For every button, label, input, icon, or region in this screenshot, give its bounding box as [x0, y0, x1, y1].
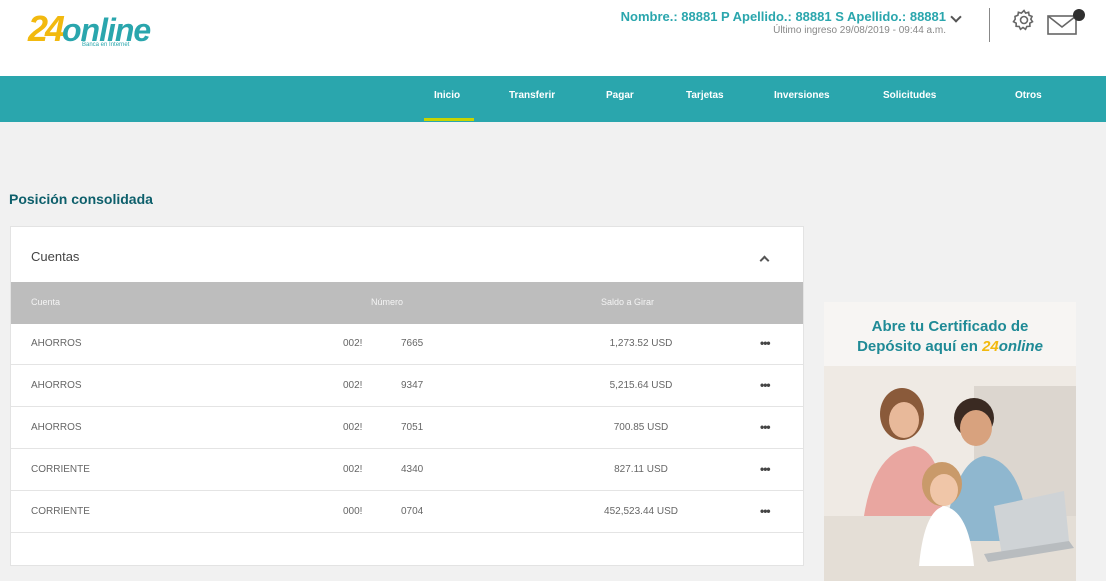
account-number-prefix: 002! [343, 464, 363, 475]
last-login-text: Último ingreso 29/08/2019 - 09:44 a.m. [773, 25, 946, 36]
promo-headline-line1: Abre tu Certificado de [871, 318, 1029, 335]
user-name[interactable]: Nombre.: 88881 P Apellido.: 88881 S Apel… [621, 9, 946, 24]
account-number-prefix: 002! [343, 380, 363, 391]
family-laptop-image [824, 366, 1076, 581]
logo-number: 24 [28, 8, 65, 49]
promo-banner[interactable]: Abre tu Certificado de Depósito aquí en … [824, 302, 1076, 581]
number-mask [387, 372, 397, 400]
account-balance: 827.11 USD [614, 464, 668, 475]
logo-tagline: Banca en Internet [82, 42, 130, 48]
table-row[interactable]: AHORROS 002! 9347 5,215.64 USD ••• [11, 366, 803, 407]
account-number-prefix: 002! [343, 422, 363, 433]
accounts-panel-title[interactable]: Cuentas [31, 249, 79, 264]
promo-headline-text: Depósito aquí en [857, 338, 983, 355]
account-type: CORRIENTE [31, 464, 90, 475]
gear-icon[interactable] [1012, 8, 1036, 32]
number-mask [387, 456, 397, 484]
column-header-numero: Número [371, 297, 404, 307]
more-options-icon[interactable]: ••• [760, 462, 771, 476]
more-options-icon[interactable]: ••• [760, 336, 771, 350]
account-number-suffix: 0704 [401, 506, 424, 517]
accounts-panel: Cuentas Cuenta Número Saldo a Girar AHOR… [10, 226, 804, 566]
number-mask [387, 498, 397, 526]
account-number-prefix: 000! [343, 506, 363, 517]
chevron-down-icon[interactable] [950, 11, 962, 23]
account-type: AHORROS [31, 380, 82, 391]
number-mask [387, 330, 397, 358]
account-type: CORRIENTE [31, 506, 90, 517]
promo-brand-number: 24 [982, 338, 999, 355]
nav-otros[interactable]: Otros [1015, 90, 1042, 101]
page-title: Posición consolidada [9, 191, 153, 207]
nav-tarjetas[interactable]: Tarjetas [686, 90, 724, 101]
account-balance: 5,215.64 USD [609, 380, 673, 391]
column-header-saldo: Saldo a Girar [601, 297, 655, 307]
account-number-suffix: 9347 [401, 380, 424, 391]
nav-active-indicator [424, 118, 474, 121]
account-number-prefix: 002! [343, 338, 363, 349]
account-number-suffix: 7665 [401, 338, 424, 349]
account-balance: 700.85 USD [613, 422, 669, 433]
table-row[interactable]: CORRIENTE 002! 4340 827.11 USD ••• [11, 450, 803, 491]
promo-brand-word: online [998, 338, 1043, 355]
account-balance: 1,273.52 USD [609, 338, 673, 349]
nav-inversiones[interactable]: Inversiones [774, 90, 830, 101]
number-mask [387, 414, 397, 442]
promo-headline-line2: Depósito aquí en 24online [824, 338, 1076, 355]
top-header: 24 online Banca en Internet Nombre.: 888… [0, 0, 1106, 76]
account-balance: 452,523.44 USD [604, 506, 678, 517]
more-options-icon[interactable]: ••• [760, 504, 771, 518]
nav-solicitudes[interactable]: Solicitudes [883, 90, 936, 101]
nav-transferir[interactable]: Transferir [509, 90, 555, 101]
mail-icon[interactable] [1046, 8, 1086, 38]
header-divider [989, 8, 990, 42]
more-options-icon[interactable]: ••• [760, 420, 771, 434]
table-row[interactable]: AHORROS 002! 7051 700.85 USD ••• [11, 408, 803, 449]
column-header-cuenta: Cuenta [31, 297, 61, 307]
account-type: AHORROS [31, 338, 82, 349]
accounts-table-header: Cuenta Número Saldo a Girar [11, 282, 803, 324]
nav-pagar[interactable]: Pagar [606, 90, 634, 101]
brand-logo[interactable]: 24 online Banca en Internet [28, 8, 158, 49]
more-options-icon[interactable]: ••• [760, 378, 771, 392]
nav-inicio[interactable]: Inicio [434, 90, 460, 101]
table-row[interactable]: CORRIENTE 000! 0704 452,523.44 USD ••• [11, 492, 803, 533]
chevron-up-icon[interactable] [759, 255, 770, 266]
account-number-suffix: 4340 [401, 464, 424, 475]
account-number-suffix: 7051 [401, 422, 424, 433]
table-row[interactable]: AHORROS 002! 7665 1,273.52 USD ••• [11, 324, 803, 365]
main-nav: Inicio Transferir Pagar Tarjetas Inversi… [0, 76, 1106, 122]
account-type: AHORROS [31, 422, 82, 433]
